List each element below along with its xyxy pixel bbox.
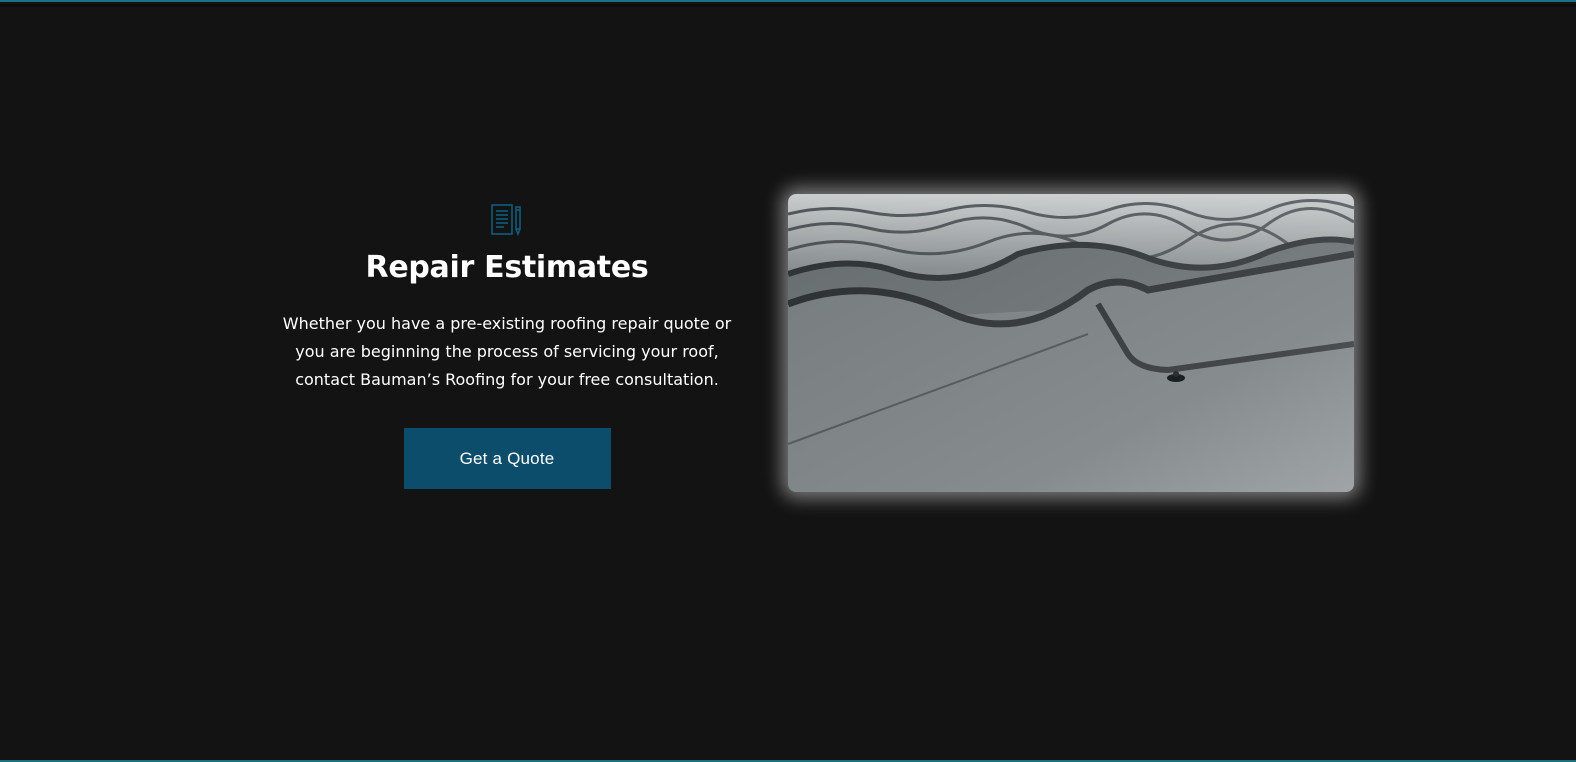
- section-title: Repair Estimates: [365, 250, 649, 285]
- section-description: Whether you have a pre-existing roofing …: [282, 314, 732, 389]
- roof-tiles-image: [788, 194, 1354, 492]
- content-column: Repair Estimates Whether you have a pre-…: [266, 202, 748, 489]
- repair-estimates-section: Repair Estimates Whether you have a pre-…: [0, 0, 1576, 762]
- roof-tiles-illustration: [788, 194, 1354, 492]
- get-a-quote-button[interactable]: Get a Quote: [403, 428, 611, 489]
- document-pencil-icon: [491, 204, 521, 237]
